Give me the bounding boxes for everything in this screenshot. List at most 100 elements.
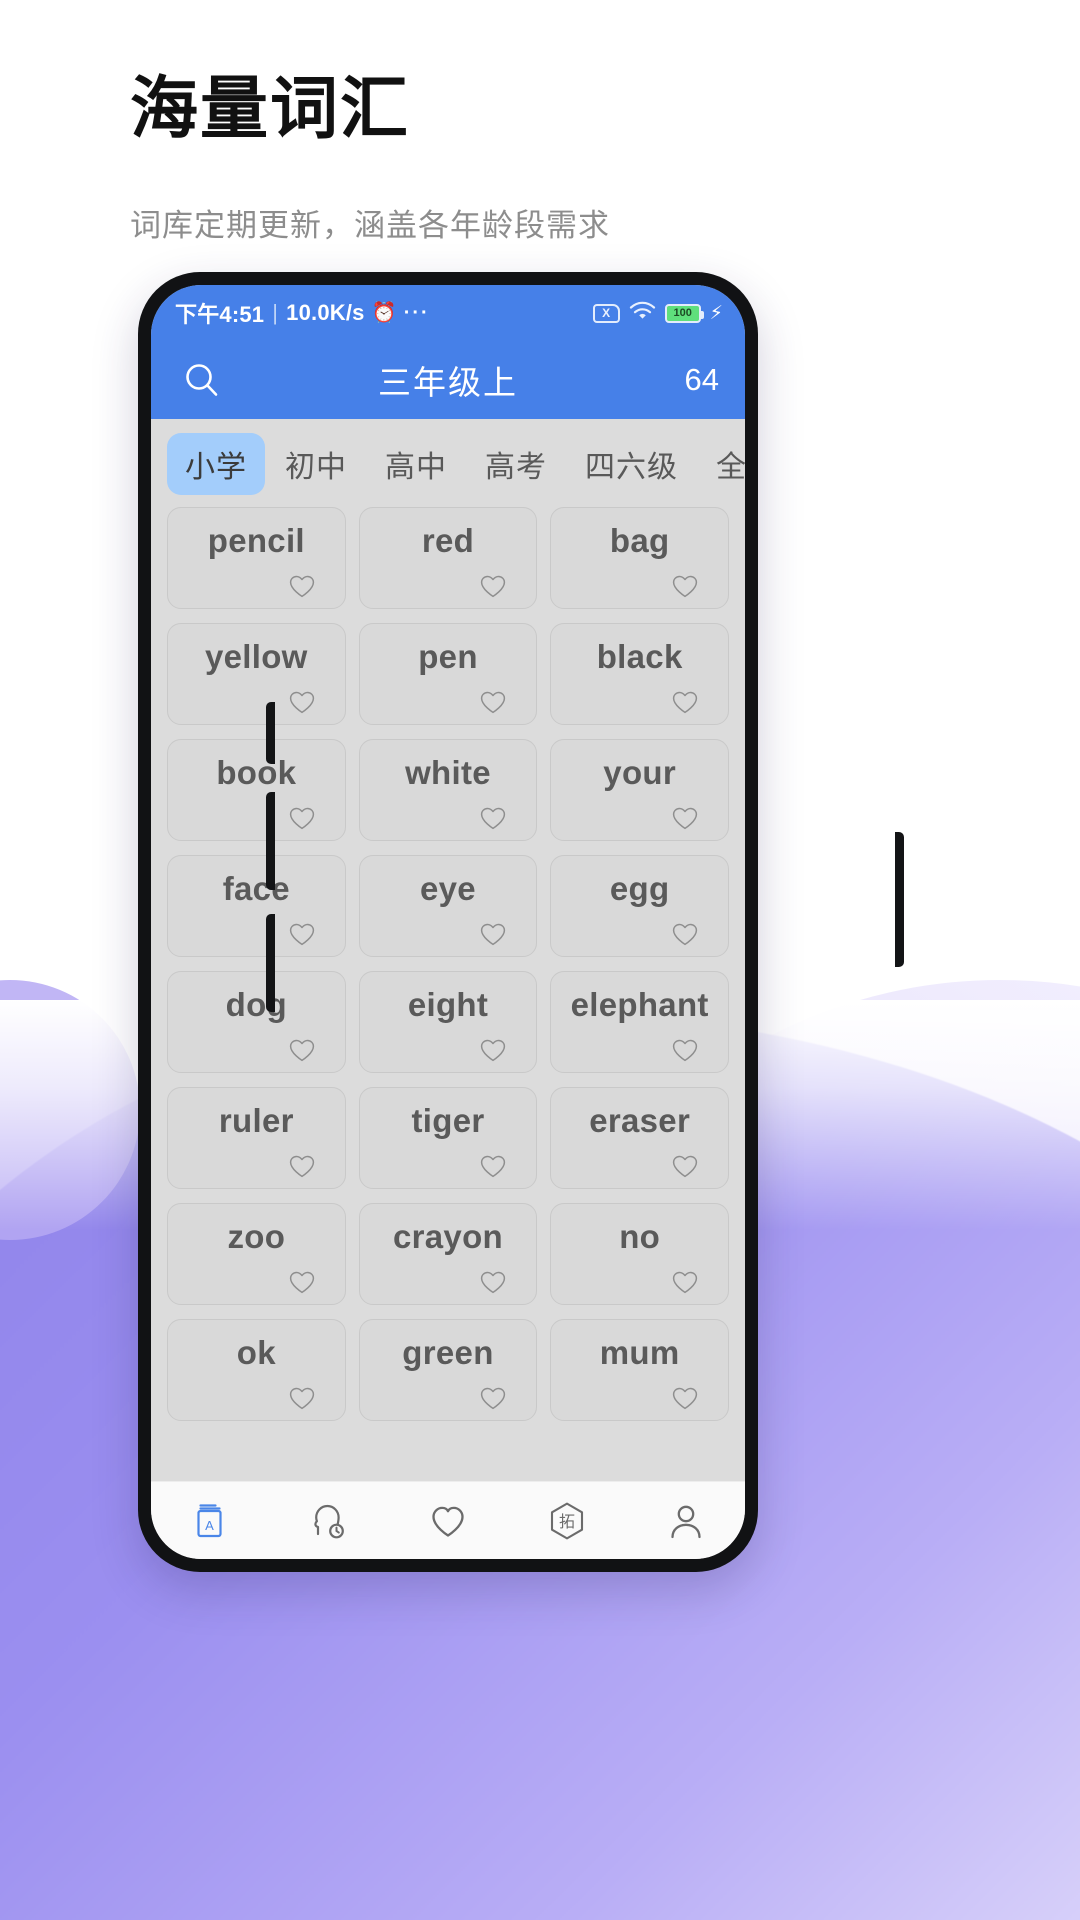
word-card-label: dog	[225, 986, 288, 1023]
heart-outline-icon[interactable]	[672, 923, 698, 947]
word-card[interactable]: crayon	[358, 1203, 538, 1305]
word-card-label: pen	[418, 638, 478, 675]
phone-button-left-top	[266, 702, 275, 764]
heart-outline-icon[interactable]	[672, 1155, 698, 1179]
phone-button-volume-down	[266, 914, 275, 1012]
wifi-icon	[629, 301, 656, 326]
heart-outline-icon[interactable]	[289, 1387, 315, 1411]
word-count-badge[interactable]: 64	[685, 362, 719, 398]
tab-quanbu[interactable]: 全部	[698, 433, 745, 495]
heart-outline-icon[interactable]	[289, 691, 315, 715]
status-bar: 下午4:51 | 10.0K/s ⏰ ··· X 100 ⚡	[151, 285, 745, 341]
heart-outline-icon[interactable]	[480, 1271, 506, 1295]
word-card-label: tiger	[411, 1102, 485, 1139]
word-card-label: no	[619, 1218, 661, 1255]
word-card[interactable]: mum	[550, 1319, 729, 1421]
search-icon[interactable]	[179, 357, 225, 403]
heart-outline-icon[interactable]	[289, 575, 315, 599]
tab-chuzhong[interactable]: 初中	[267, 433, 365, 495]
page-title: 海量词汇	[130, 71, 411, 147]
word-card[interactable]: your	[550, 739, 729, 841]
word-card[interactable]: red	[358, 507, 538, 609]
word-card-label: ruler	[218, 1102, 294, 1139]
nav-heart-favorites-icon[interactable]	[402, 1488, 494, 1554]
word-card-label: bag	[609, 522, 670, 559]
tab-siliuji[interactable]: 四六级	[567, 433, 696, 495]
word-card-label: your	[603, 754, 677, 791]
nav-person-profile-icon[interactable]	[640, 1488, 732, 1554]
nav-head-clock-history-icon[interactable]	[283, 1488, 375, 1554]
nav-hexagon-expand-icon[interactable]: 拓	[521, 1488, 613, 1554]
phone-button-volume-up	[266, 792, 275, 890]
word-card[interactable]: book	[167, 739, 346, 841]
word-card[interactable]: pencil	[167, 507, 346, 609]
word-card-label: yellow	[204, 638, 308, 675]
word-card[interactable]: zoo	[167, 1203, 346, 1305]
word-card[interactable]: egg	[550, 855, 729, 957]
word-card[interactable]: eraser	[550, 1087, 729, 1189]
word-card-label: eight	[407, 986, 489, 1023]
word-card[interactable]: no	[550, 1203, 729, 1305]
heart-outline-icon[interactable]	[289, 923, 315, 947]
word-card-label: white	[405, 754, 491, 791]
heart-outline-icon[interactable]	[672, 1387, 698, 1411]
word-card[interactable]: ok	[167, 1319, 346, 1421]
page-subtitle: 词库定期更新，涵盖各年龄段需求	[130, 208, 610, 244]
charging-bolt-icon: ⚡	[709, 302, 723, 324]
word-card[interactable]: dog	[167, 971, 346, 1073]
word-card[interactable]: white	[358, 739, 538, 841]
heart-outline-icon[interactable]	[480, 575, 506, 599]
heart-outline-icon[interactable]	[289, 1271, 315, 1295]
word-card[interactable]: yellow	[167, 623, 346, 725]
word-card[interactable]: black	[550, 623, 729, 725]
heart-outline-icon[interactable]	[480, 1039, 506, 1063]
heart-outline-icon[interactable]	[289, 1155, 315, 1179]
word-card[interactable]: eight	[358, 971, 538, 1073]
heart-outline-icon[interactable]	[480, 691, 506, 715]
battery-icon: 100	[664, 303, 704, 323]
word-grid: pencil red bag yellow pen black book white your f…	[167, 507, 729, 1421]
heart-outline-icon[interactable]	[480, 1155, 506, 1179]
word-card-label: eraser	[589, 1102, 691, 1139]
bottom-navigation-bar: A 拓	[151, 1481, 745, 1559]
status-bar-right: X 100 ⚡	[592, 301, 723, 326]
promo-text-block: 海量词汇 词库定期更新，涵盖各年龄段需求	[130, 70, 610, 245]
battery-level: 100	[673, 307, 692, 319]
word-card[interactable]: bag	[550, 507, 729, 609]
word-card-label: red	[421, 522, 475, 559]
heart-outline-icon[interactable]	[289, 807, 315, 831]
heart-outline-icon[interactable]	[480, 1387, 506, 1411]
heart-outline-icon[interactable]	[672, 1039, 698, 1063]
tab-xiaoxue[interactable]: 小学	[167, 433, 265, 495]
heart-outline-icon[interactable]	[672, 575, 698, 599]
word-card-label: green	[402, 1334, 494, 1371]
heart-outline-icon[interactable]	[672, 807, 698, 831]
phone-screen: 下午4:51 | 10.0K/s ⏰ ··· X 100 ⚡ 三年级上 64 小…	[151, 285, 745, 1559]
word-card-label: ok	[236, 1334, 276, 1371]
word-card[interactable]: ruler	[167, 1087, 346, 1189]
app-header: 三年级上 64	[151, 341, 745, 419]
heart-outline-icon[interactable]	[289, 1039, 315, 1063]
heart-outline-icon[interactable]	[480, 807, 506, 831]
heart-outline-icon[interactable]	[672, 691, 698, 715]
filter-tab-bar: 小学 初中 高中 高考 四六级 全部	[151, 419, 745, 507]
tab-gaokao[interactable]: 高考	[467, 433, 565, 495]
word-card[interactable]: pen	[358, 623, 538, 725]
tab-gaozhong[interactable]: 高中	[367, 433, 465, 495]
network-speed: 10.0K/s	[286, 300, 365, 325]
status-time: 下午4:51	[175, 302, 265, 327]
word-card[interactable]: tiger	[358, 1087, 538, 1189]
header-title: 三年级上	[378, 364, 518, 401]
word-card-label: egg	[609, 870, 670, 907]
heart-outline-icon[interactable]	[480, 923, 506, 947]
status-separator: |	[272, 300, 279, 325]
word-card-label: zoo	[227, 1218, 286, 1255]
word-card[interactable]: face	[167, 855, 346, 957]
word-card[interactable]: green	[358, 1319, 538, 1421]
nav-dictionary-book-icon[interactable]: A	[164, 1488, 256, 1554]
word-list-scroll-area[interactable]: pencil red bag yellow pen black book white your f…	[151, 507, 745, 1481]
heart-outline-icon[interactable]	[672, 1271, 698, 1295]
phone-mockup: 下午4:51 | 10.0K/s ⏰ ··· X 100 ⚡ 三年级上 64 小…	[138, 272, 904, 1572]
word-card[interactable]: elephant	[550, 971, 729, 1073]
word-card[interactable]: eye	[358, 855, 538, 957]
